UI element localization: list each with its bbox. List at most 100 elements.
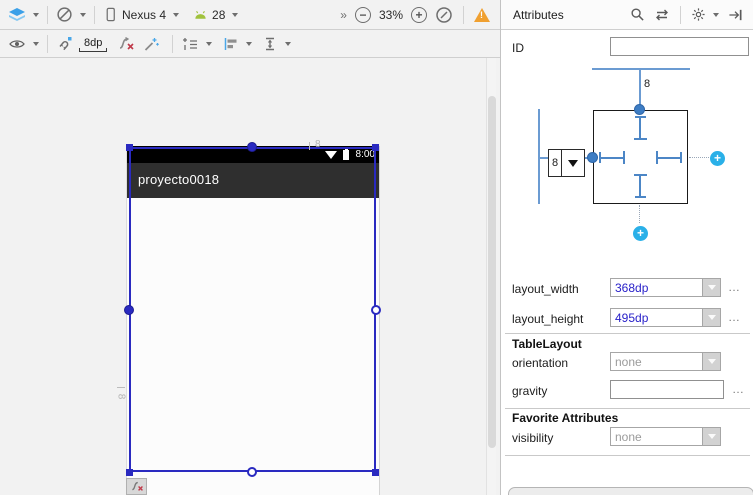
visibility-label: visibility (512, 431, 553, 445)
orientation-selector[interactable] (56, 6, 86, 23)
search-icon[interactable] (630, 7, 645, 22)
zoom-in-button[interactable]: + (411, 7, 427, 23)
add-end-constraint-button[interactable]: + (710, 151, 725, 166)
view-options-button[interactable] (8, 37, 39, 51)
design-surface-selector[interactable] (8, 7, 39, 23)
anchor-top-connected[interactable] (247, 142, 257, 152)
selection-handle-top-right[interactable] (372, 144, 379, 151)
guidelines-icon (181, 36, 199, 52)
device-selector[interactable]: Nexus 4 (103, 6, 179, 23)
plus-icon: + (637, 226, 644, 240)
add-bottom-constraint-button[interactable]: + (633, 226, 648, 241)
dropdown-button[interactable] (702, 353, 720, 370)
margin-bracket (79, 48, 107, 52)
toolbar-overflow-button[interactable]: » (340, 8, 347, 22)
orientation-combo[interactable]: none (610, 352, 721, 371)
warning-indicator[interactable]: ! (474, 8, 490, 22)
dropdown-button[interactable] (562, 150, 584, 176)
attributes-panel: Attributes ID (500, 0, 753, 495)
size-indicator (623, 151, 625, 164)
chevron-down-icon (713, 13, 719, 17)
clear-constraints-icon (130, 480, 144, 493)
triangle-down-icon (568, 160, 578, 167)
zoom-level: 33% (379, 8, 403, 22)
selection-rectangle[interactable] (129, 147, 376, 472)
anchor-bottom-empty[interactable] (247, 467, 257, 477)
anchor-end-empty[interactable] (371, 305, 381, 315)
api-level-selector[interactable]: 28 (193, 8, 238, 22)
attributes-panel-body: ID 8 8 (501, 30, 753, 495)
chevron-down-icon (285, 42, 291, 46)
orientation-label: orientation (512, 356, 568, 370)
infer-constraints-button[interactable] (143, 36, 160, 52)
id-input[interactable] (610, 37, 749, 56)
plus-icon: + (714, 151, 721, 165)
zoom-to-fit-button[interactable] (435, 6, 453, 24)
gravity-label: gravity (512, 384, 547, 398)
align-icon (222, 36, 239, 52)
pack-distribute-menu[interactable] (262, 36, 291, 52)
layers-icon (8, 7, 26, 23)
layout-width-value: 368dp (611, 279, 702, 296)
zoom-out-button[interactable]: − (355, 7, 371, 23)
triangle-down-icon (708, 434, 716, 439)
hide-panel-icon[interactable] (728, 8, 743, 22)
layout-height-combo[interactable]: 495dp (610, 308, 721, 327)
separator (47, 35, 48, 53)
dropdown-button[interactable] (702, 279, 720, 296)
widget-anchor-start[interactable] (587, 152, 598, 163)
selection-handle-top-left[interactable] (126, 144, 133, 151)
layout-height-label: layout_height (512, 312, 583, 326)
gear-menu[interactable] (691, 7, 719, 22)
chevron-down-icon (33, 42, 39, 46)
size-indicator (634, 138, 647, 140)
widget-anchor-top[interactable] (634, 104, 645, 115)
design-surface[interactable]: 8:00 proyecto0018 8 8 (0, 58, 500, 495)
constraint-toolbar: 8dp (0, 30, 500, 58)
tablelayout-section-header: TableLayout (512, 337, 582, 351)
distribute-icon (262, 36, 278, 52)
guidelines-menu[interactable] (181, 36, 212, 52)
id-label: ID (512, 41, 524, 55)
start-margin-value: 8 (549, 150, 562, 176)
anchor-start-connected[interactable] (124, 305, 134, 315)
separator (463, 6, 464, 24)
visibility-combo[interactable]: none (610, 427, 721, 446)
layout-width-more-button[interactable]: … (728, 280, 741, 294)
view-action-button[interactable] (126, 478, 147, 495)
chevron-down-icon (80, 13, 86, 17)
start-margin-dropdown[interactable]: 8 (548, 149, 585, 177)
plus-icon: + (415, 9, 422, 21)
layout-width-combo[interactable]: 368dp (610, 278, 721, 297)
exclamation-icon: ! (480, 10, 483, 20)
align-menu[interactable] (222, 36, 252, 52)
android-studio-layout-editor: Nexus 4 28 » − 33% + ! (0, 0, 753, 495)
autoconnect-toggle-icon[interactable] (56, 36, 73, 52)
gravity-more-button[interactable]: … (732, 382, 745, 396)
selection-handle-bottom-left[interactable] (126, 469, 133, 476)
scrollbar-thumb[interactable] (488, 96, 496, 448)
margin-tick (309, 142, 310, 150)
clear-constraints-button[interactable] (117, 36, 135, 52)
selection-handle-bottom-right[interactable] (372, 469, 379, 476)
layout-height-more-button[interactable]: … (728, 310, 741, 324)
device-label: Nexus 4 (122, 8, 166, 22)
section-divider (505, 455, 750, 456)
orientation-icon (56, 6, 73, 23)
dropdown-button[interactable] (702, 428, 720, 445)
chevron-down-icon (246, 42, 252, 46)
widget-top-margin-value[interactable]: 8 (644, 78, 650, 90)
chevron-down-icon (206, 42, 212, 46)
separator (172, 35, 173, 53)
chevron-down-icon (232, 13, 238, 17)
dropdown-button[interactable] (702, 309, 720, 326)
swap-views-icon[interactable] (654, 8, 670, 22)
api-level-label: 28 (212, 8, 225, 22)
triangle-down-icon (708, 285, 716, 290)
vertical-scrollbar[interactable] (486, 58, 496, 495)
orientation-value: none (611, 353, 702, 370)
default-margin-selector[interactable]: 8dp (79, 36, 107, 52)
gravity-input[interactable] (610, 380, 724, 399)
start-margin-label: 8 (115, 394, 126, 400)
size-indicator (635, 196, 646, 198)
